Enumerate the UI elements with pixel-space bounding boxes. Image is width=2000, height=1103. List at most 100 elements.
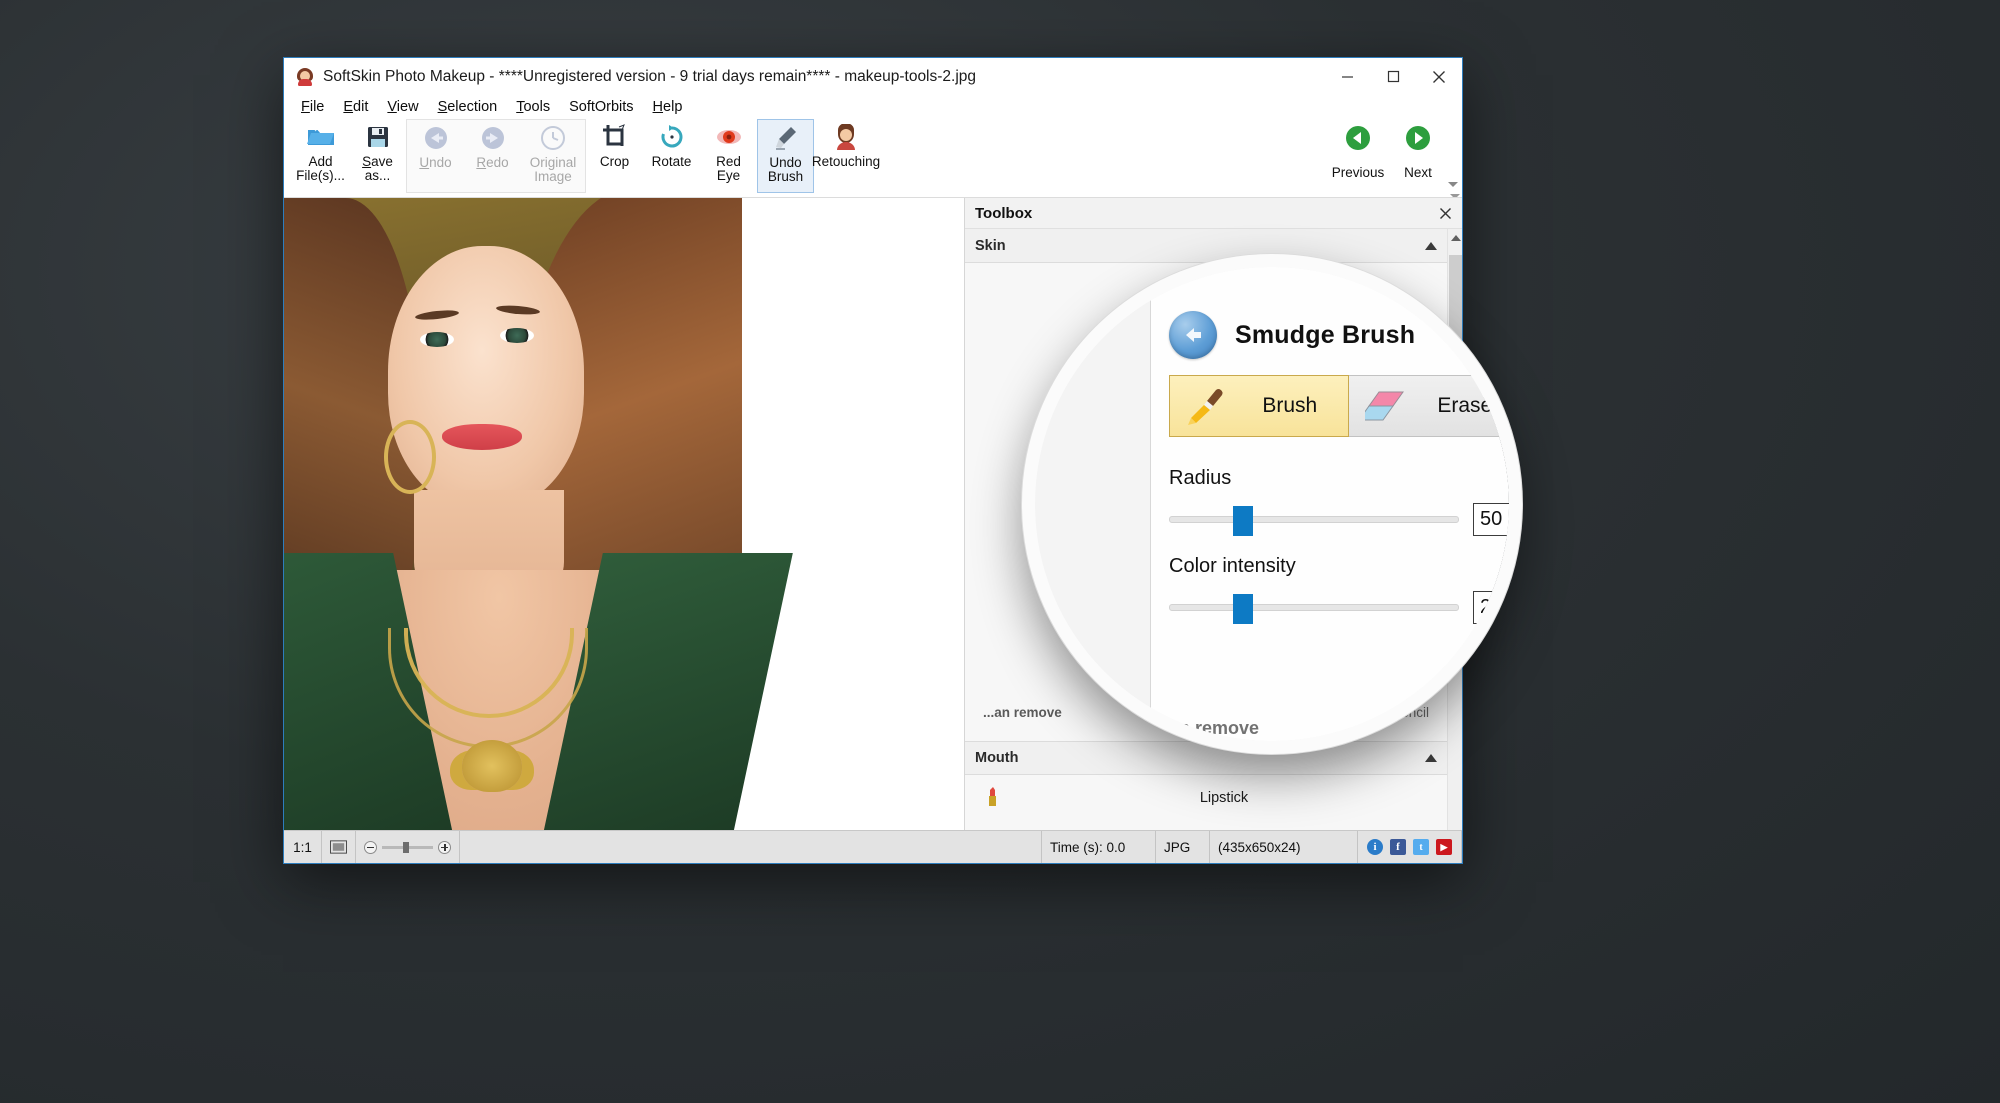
toolbar-previous-button[interactable]: Previous [1328, 119, 1388, 180]
color-intensity-slider-thumb[interactable] [1233, 594, 1254, 624]
magnifier-content: Smudge Brush Brush Eraser Radius 50 Colo… [1035, 267, 1509, 741]
zoom-in-icon[interactable] [438, 840, 451, 854]
brush-eraser-toggle: Brush Eraser [1169, 375, 1509, 437]
menu-label-help: elp [663, 99, 683, 115]
radius-label: Radius [1169, 467, 1232, 489]
toolbar-original-image-label: Original Image [529, 155, 577, 184]
radius-slider-thumb[interactable] [1233, 506, 1254, 536]
previous-arrow-icon [1345, 125, 1371, 156]
menu-label-selection: election [447, 99, 498, 115]
zoom-out-icon[interactable] [364, 840, 377, 854]
toolbar-previous-label: Previous [1331, 165, 1385, 180]
menu-item-edit[interactable]: Edit [343, 99, 368, 115]
photo-preview [284, 198, 793, 830]
youtube-icon[interactable]: ▶ [1436, 839, 1452, 855]
toolbar-undo-label: Undo [419, 155, 452, 170]
toolbox-title: Toolbox [975, 204, 1033, 222]
status-format: JPG [1156, 831, 1210, 863]
status-zoom-ratio[interactable]: 1:1 [284, 831, 322, 863]
radius-value-input[interactable]: 50 [1473, 503, 1509, 536]
toolbar-crop-button[interactable]: Crop [586, 119, 643, 193]
toolbar-rotate-button[interactable]: Rotate [643, 119, 700, 193]
menu-item-help[interactable]: Help [653, 99, 683, 115]
toolbox-section-skin-title: Skin [975, 237, 1006, 254]
toolbox-item-lipstick[interactable]: Lipstick [965, 777, 1447, 819]
toolbox-item-lipstick-label: Lipstick [1199, 790, 1249, 806]
rotate-icon [659, 124, 685, 150]
toolbar-next-label: Next [1404, 165, 1432, 180]
radius-slider-track[interactable] [1169, 506, 1459, 536]
menu-label-view: iew [396, 99, 419, 115]
magnifier-bottom-left-text: an remove [1169, 718, 1260, 738]
eraser-mode-label: Eraser [1437, 394, 1500, 417]
toolbar-save-as-button[interactable]: Save as... [349, 119, 406, 193]
back-arrow-icon[interactable] [1169, 311, 1217, 359]
smudge-brush-header: Smudge Brush [1151, 307, 1509, 363]
toolbar: Add File(s)... Save as... Undo Redo Orig… [284, 119, 1462, 199]
triangle-up-icon[interactable] [1425, 754, 1437, 762]
smudge-brush-panel: Smudge Brush Brush Eraser Radius 50 Colo… [1150, 267, 1509, 741]
menu-label-file: ile [309, 99, 325, 115]
paintbrush-icon [1186, 386, 1230, 426]
zoom-slider[interactable] [356, 831, 460, 863]
triangle-up-icon[interactable] [1425, 241, 1437, 250]
status-message-area [460, 831, 1042, 863]
color-intensity-slider-track[interactable] [1169, 594, 1459, 624]
zoom-slider-knob[interactable] [403, 841, 410, 853]
toolbar-undo-brush-button[interactable]: Undo Brush [757, 119, 814, 193]
menu-label-tools: ools [523, 99, 551, 115]
toolbar-next-button[interactable]: Next [1388, 119, 1448, 180]
image-canvas[interactable] [284, 198, 964, 830]
info-icon[interactable]: i [1367, 839, 1383, 855]
toolbar-overflow-icon[interactable] [1448, 182, 1458, 187]
window-title: SoftSkin Photo Makeup - ****Unregistered… [323, 67, 977, 85]
toolbar-rotate-label: Rotate [651, 154, 692, 169]
close-button[interactable] [1416, 59, 1462, 95]
radius-slider-block: Radius 50 [1169, 467, 1509, 536]
undo-brush-icon [773, 125, 799, 151]
toolbar-group-history: Undo Redo Original Image [406, 119, 586, 193]
redo-arrow-icon [480, 125, 506, 151]
smudge-brush-title: Smudge Brush [1235, 320, 1416, 349]
maximize-button[interactable] [1370, 59, 1416, 95]
toolbar-retouching-button[interactable]: Retouching [812, 119, 880, 193]
app-icon [296, 67, 314, 86]
eraser-mode-button[interactable]: Eraser [1348, 375, 1509, 437]
next-arrow-icon [1405, 125, 1431, 156]
menu-bar: File Edit View Selection Tools SoftOrbit… [284, 95, 1462, 119]
facebook-icon[interactable]: f [1390, 839, 1406, 855]
undo-arrow-icon [423, 125, 449, 151]
toolbox-section-mouth[interactable]: Mouth [965, 741, 1447, 775]
toolbar-red-eye-label: Red Eye [716, 154, 741, 183]
toolbox-section-skin[interactable]: Skin [965, 229, 1447, 263]
menu-item-softorbits[interactable]: SoftOrbits [569, 99, 633, 115]
minimize-button[interactable] [1324, 59, 1370, 95]
menu-item-view[interactable]: View [387, 99, 418, 115]
toolbar-red-eye-button[interactable]: Red Eye [700, 119, 757, 193]
magnifier-overlay: Smudge Brush Brush Eraser Radius 50 Colo… [1022, 254, 1522, 754]
menu-item-file[interactable]: File [301, 99, 324, 115]
toolbar-undo-brush-label: Undo Brush [767, 155, 804, 184]
toolbar-crop-label: Crop [599, 154, 630, 169]
zoom-slider-track[interactable] [382, 841, 433, 853]
toolbar-redo-label: Redo [476, 155, 509, 170]
menu-item-tools[interactable]: Tools [516, 99, 550, 115]
toolbar-redo-button[interactable]: Redo [464, 120, 521, 194]
twitter-icon[interactable]: t [1413, 839, 1429, 855]
brush-mode-button[interactable]: Brush [1169, 375, 1349, 437]
color-intensity-value-input[interactable]: 25 [1473, 591, 1509, 624]
toolbar-save-as-label: Save as... [362, 154, 393, 183]
retouching-icon [833, 124, 859, 150]
status-bar: 1:1 Time (s): 0.0 JPG (435x650x24) i f t… [284, 830, 1462, 863]
toolbar-original-image-button[interactable]: Original Image [521, 120, 585, 194]
menu-item-selection[interactable]: Selection [438, 99, 498, 115]
status-time: Time (s): 0.0 [1042, 831, 1156, 863]
status-social-icons: i f t ▶ [1358, 831, 1462, 863]
red-eye-icon [716, 124, 742, 150]
toolbox-close-icon[interactable] [1436, 204, 1454, 222]
scroll-up-icon[interactable] [1451, 235, 1461, 241]
toolbar-undo-button[interactable]: Undo [407, 120, 464, 194]
fit-to-window-icon[interactable] [322, 831, 356, 863]
floppy-disk-icon [366, 124, 390, 150]
toolbar-add-files-button[interactable]: Add File(s)... [292, 119, 349, 193]
